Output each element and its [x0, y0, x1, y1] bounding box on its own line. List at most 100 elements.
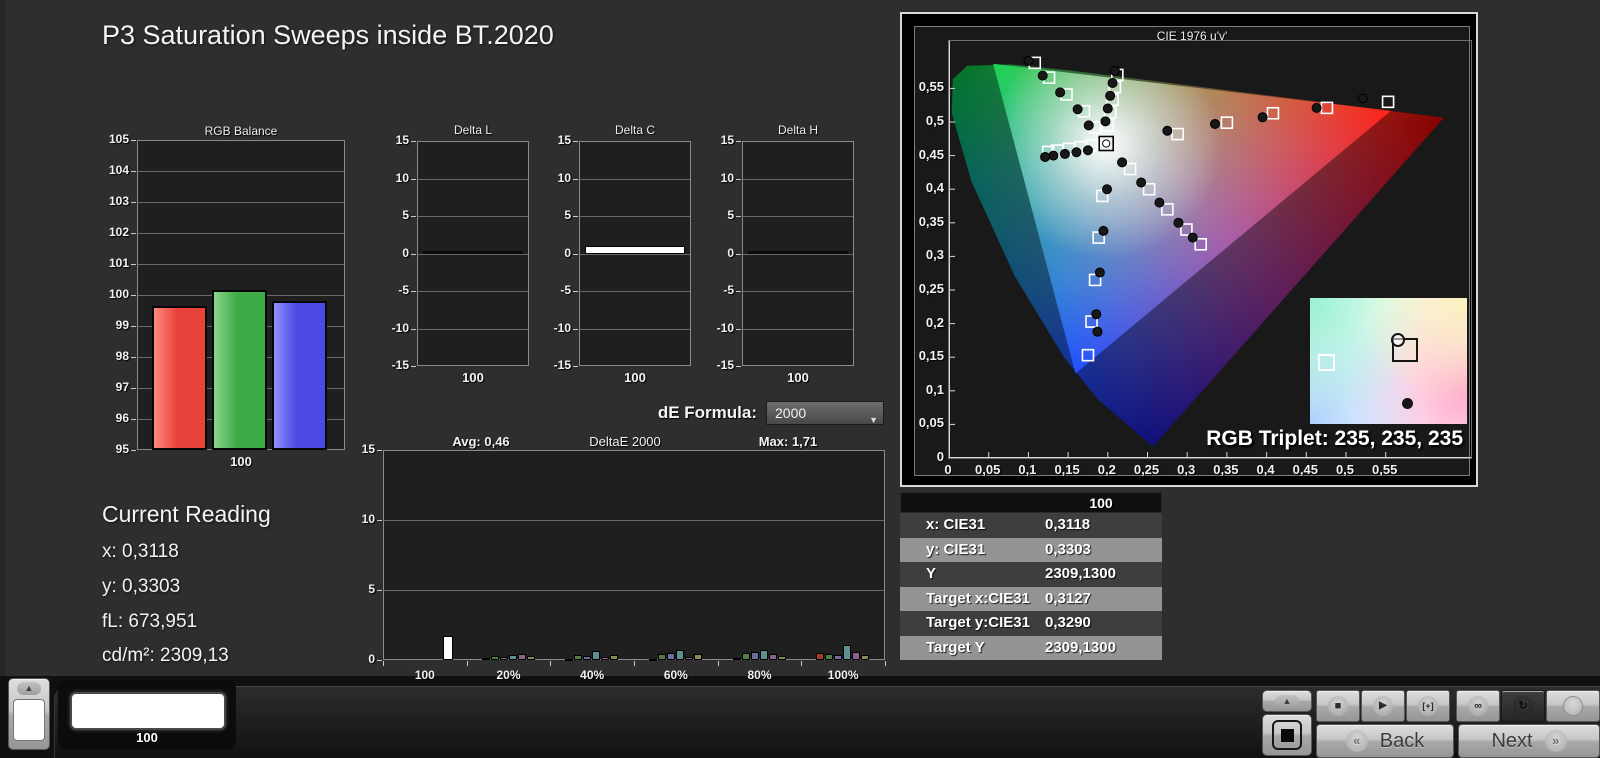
current-reading-fl: fL: 673,951	[102, 611, 198, 632]
y-axis-tick-label: 105	[108, 132, 129, 146]
pattern-popup-button[interactable]: ▲	[8, 678, 50, 750]
cie-y-tick-label: 0,5	[925, 113, 944, 128]
x-axis-tick	[383, 661, 384, 666]
de-formula-selected: 2000	[775, 405, 807, 421]
next-button-label: Next	[1491, 729, 1533, 752]
cie-measured-green	[1023, 55, 1034, 66]
y-axis-tick-label: 99	[115, 318, 129, 332]
cie-measured-red	[1357, 93, 1368, 104]
deltae-bar	[825, 654, 834, 660]
deltae-bar	[583, 656, 592, 660]
table-row-label: Target x:CIE31	[926, 589, 1030, 607]
y-axis-tick-label: 104	[108, 163, 129, 177]
refresh-button[interactable]: ↻	[1501, 690, 1545, 722]
rgb-balance-bar-green	[212, 290, 267, 450]
cie-measured-yellow	[1105, 90, 1116, 101]
x-axis-label: 100	[230, 454, 252, 469]
cie-y-tick-label: 0,25	[918, 281, 944, 296]
grid-line	[580, 178, 690, 180]
blank-pattern-button[interactable]	[1262, 714, 1312, 756]
deltae-bar	[768, 653, 777, 660]
chevron-up-icon: ▲	[1275, 695, 1299, 708]
rgb-triplet-label: RGB Triplet: 235, 235, 235	[1206, 427, 1463, 450]
y-axis-tick	[131, 419, 136, 420]
deltae-bar	[732, 657, 741, 660]
y-axis-tick-label: 0	[402, 245, 409, 260]
cie-measured-blue	[1098, 225, 1109, 236]
table-row-label: Target Y	[926, 638, 985, 656]
cie-measured-red	[1209, 119, 1220, 130]
inset-target-square	[1318, 354, 1335, 371]
cie-y-tick-label: 0,45	[918, 146, 944, 162]
y-axis-tick-label: 0	[727, 245, 734, 260]
infinity-button[interactable]: ∞	[1456, 690, 1500, 722]
y-axis-tick	[411, 141, 416, 142]
de-formula-dropdown[interactable]: 2000 ▼	[766, 401, 884, 425]
grid-line	[384, 590, 884, 591]
grid-line	[138, 264, 344, 265]
cie-y-tick-label: 0,35	[918, 213, 944, 229]
chevron-down-icon: ▼	[869, 415, 878, 425]
delta-h-title: Delta H	[777, 123, 818, 137]
y-axis-tick	[736, 328, 741, 330]
white-pattern-swatch-icon	[13, 699, 45, 741]
current-pattern-panel: 100	[58, 680, 236, 750]
grid-line	[138, 171, 344, 172]
refresh-icon: ↻	[1513, 696, 1533, 716]
cie-x-tick-label: 0	[944, 462, 952, 477]
cie-measured-yellow	[1109, 65, 1120, 76]
record-button[interactable]	[1546, 690, 1600, 722]
x-axis-tick-label: 20%	[496, 668, 521, 682]
deltae-bar	[610, 655, 619, 660]
table-row-value: 0,3303	[1045, 540, 1091, 558]
deltae-title: DeltaE 2000	[589, 434, 661, 449]
cie-measured-magenta	[1136, 177, 1147, 188]
cie-y-tick-label: 0,05	[918, 415, 944, 431]
grid-line	[418, 253, 528, 255]
x-axis-tick	[717, 661, 719, 666]
deltae-bar	[816, 653, 825, 660]
current-pattern-swatch[interactable]	[70, 692, 226, 730]
bracket-icon: [+]	[1418, 696, 1438, 716]
y-axis-tick-label: 15	[361, 442, 375, 456]
deltae-bar	[684, 657, 693, 660]
inset-measured-dot	[1402, 398, 1413, 409]
play-button[interactable]: ▶	[1361, 690, 1405, 722]
table-row: Target x:CIE31 0,3127	[900, 586, 1162, 611]
y-axis-tick	[411, 216, 416, 217]
cie-whitepoint-circle	[1102, 139, 1111, 148]
x-axis-label: 100	[624, 370, 646, 385]
y-axis-tick	[411, 253, 416, 255]
y-axis-tick-label: 5	[368, 582, 375, 596]
de-formula-label: dE Formula:	[657, 403, 757, 422]
deltae-plot	[383, 450, 885, 660]
deltae-bar	[499, 657, 508, 660]
delta-l-title: Delta L	[453, 123, 493, 137]
y-axis-tick	[736, 141, 741, 142]
y-axis-tick	[131, 326, 136, 327]
grid-line	[743, 328, 853, 330]
deltae-bar	[843, 645, 852, 660]
cie-y-tick-label: 0,15	[918, 348, 944, 364]
cie-x-tick-label: 0,3	[1177, 462, 1196, 477]
cie-x-tick-label: 0,55	[1372, 462, 1398, 477]
deltae-bar	[675, 650, 684, 660]
chevron-up-icon: ▲	[17, 682, 41, 695]
current-pattern-label: 100	[136, 730, 158, 745]
deltae-bar	[526, 656, 535, 660]
y-axis-tick-label: 96	[115, 411, 129, 425]
deltae-bar	[693, 654, 702, 660]
bracket-button[interactable]: [+]	[1406, 690, 1450, 722]
cie-y-tick-label: 0,1	[925, 381, 944, 397]
y-axis-tick	[736, 253, 741, 255]
y-axis-tick	[377, 450, 382, 451]
next-button[interactable]: Next »	[1458, 724, 1600, 758]
results-table: 100 x: CIE31 0,3118 y: CIE31 0,3303 Y 2309,13…	[900, 492, 1162, 660]
delta-bar	[748, 250, 848, 254]
cie-zoom-inset	[1310, 298, 1467, 424]
back-button[interactable]: « Back	[1316, 724, 1454, 758]
y-axis-tick-label: 15	[557, 133, 571, 147]
chevrons-right-icon: »	[1544, 730, 1567, 752]
stop-button[interactable]: ■	[1316, 690, 1360, 722]
generator-popup-button[interactable]: ▲	[1262, 690, 1312, 712]
